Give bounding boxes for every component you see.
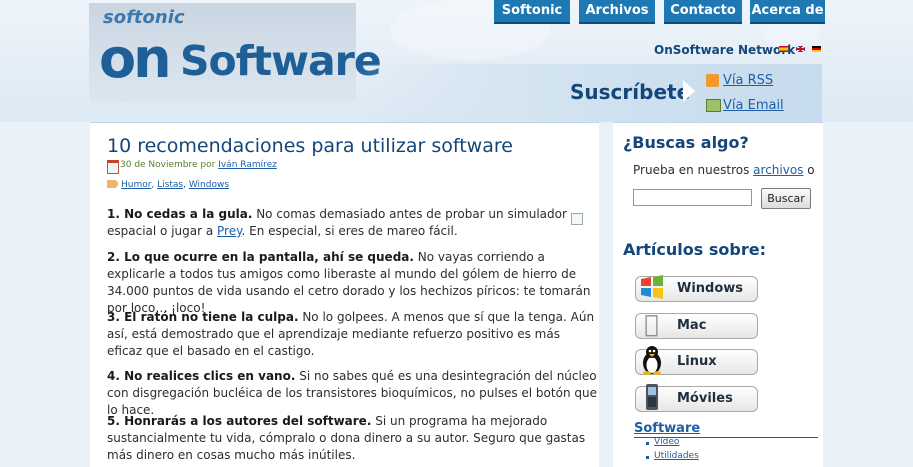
archivos-link[interactable]: archivos bbox=[753, 163, 803, 177]
germany-flag-icon[interactable] bbox=[812, 46, 821, 52]
site-logo[interactable]: softonic on Software bbox=[89, 3, 382, 102]
paragraph-2-heading: 2. Lo que ocurre en la pantalla, ahí se … bbox=[107, 250, 414, 264]
arrow-right-icon bbox=[683, 80, 695, 102]
post-meta: 30 de Noviembre por Iván Ramírez bbox=[120, 160, 277, 170]
bullet-icon bbox=[646, 456, 649, 459]
paragraph-4-heading: 4. No realices clics en vano. bbox=[107, 369, 296, 383]
software-item-video[interactable]: Vídeo bbox=[654, 437, 679, 447]
search-hint-text-end: o bbox=[803, 163, 815, 177]
windows-icon bbox=[635, 270, 668, 304]
post-date: 30 de Noviembre por bbox=[120, 160, 216, 170]
search-button[interactable]: Buscar bbox=[761, 188, 811, 209]
uk-flag-icon[interactable] bbox=[796, 46, 805, 52]
email-icon bbox=[706, 99, 721, 112]
apple-icon:  bbox=[635, 307, 668, 341]
tag-listas[interactable]: Listas bbox=[157, 180, 183, 190]
prey-link[interactable]: Prey bbox=[217, 224, 241, 238]
logo-softonic-text: softonic bbox=[103, 7, 185, 28]
moviles-label: Móviles bbox=[677, 391, 733, 406]
article: 10 recomendaciones para utilizar softwar… bbox=[90, 122, 599, 467]
image-placeholder-icon bbox=[571, 213, 583, 225]
windows-button[interactable]: Windows bbox=[635, 275, 758, 302]
paragraph-3: 3. El ratón no tiene la culpa. No lo gol… bbox=[107, 309, 597, 360]
linux-button[interactable]: Linux bbox=[635, 346, 758, 375]
mac-button[interactable]:  Mac bbox=[635, 310, 758, 339]
linux-label: Linux bbox=[677, 354, 717, 369]
bullet-icon bbox=[646, 442, 649, 445]
articles-heading: Artículos sobre: bbox=[623, 240, 766, 259]
nav-archivos[interactable]: Archivos bbox=[579, 0, 655, 24]
software-item-utilidades[interactable]: Utilidades bbox=[654, 451, 699, 461]
sidebar: ¿Buscas algo? Prueba en nuestros archivo… bbox=[613, 122, 823, 467]
email-link[interactable]: Vía Email bbox=[723, 98, 784, 113]
network-label[interactable]: OnSoftware Network bbox=[654, 43, 795, 57]
post-tags: Humor, Listas, Windows bbox=[121, 180, 230, 190]
nav-contacto[interactable]: Contacto bbox=[664, 0, 742, 24]
search-hint: Prueba en nuestros archivos o bbox=[633, 163, 815, 177]
search-input[interactable] bbox=[633, 189, 752, 206]
header: softonic on Software Softonic Archivos C… bbox=[0, 0, 913, 122]
paragraph-5: 5. Honrarás a los autores del software. … bbox=[107, 413, 597, 464]
phone-icon bbox=[635, 380, 668, 414]
nav-acerca-de[interactable]: Acerca de bbox=[750, 0, 825, 24]
tag-humor[interactable]: Humor bbox=[121, 180, 151, 190]
paragraph-1-heading: 1. No cedas a la gula. bbox=[107, 207, 253, 221]
logo-on-text: on bbox=[99, 27, 172, 90]
paragraph-2: 2. Lo que ocurre en la pantalla, ahí se … bbox=[107, 249, 597, 317]
calendar-icon bbox=[107, 160, 119, 174]
nav-softonic[interactable]: Softonic bbox=[494, 0, 570, 24]
search-heading: ¿Buscas algo? bbox=[623, 133, 749, 152]
penguin-icon bbox=[635, 343, 668, 377]
paragraph-1: 1. No cedas a la gula. No comas demasiad… bbox=[107, 206, 567, 240]
paragraph-5-heading: 5. Honrarás a los autores del software. bbox=[107, 414, 372, 428]
moviles-button[interactable]: Móviles bbox=[635, 384, 758, 412]
paragraph-4: 4. No realices clics en vano. Si no sabe… bbox=[107, 368, 597, 419]
search-hint-text: Prueba en nuestros bbox=[633, 163, 754, 177]
windows-label: Windows bbox=[677, 281, 744, 296]
mac-label: Mac bbox=[677, 318, 707, 333]
software-heading[interactable]: Software bbox=[634, 421, 700, 436]
paragraph-1-text-end: . En especial, si eres de mareo fácil. bbox=[241, 224, 458, 238]
post-author-link[interactable]: Iván Ramírez bbox=[218, 160, 277, 170]
tag-icon bbox=[107, 180, 118, 188]
spain-flag-icon[interactable] bbox=[779, 46, 788, 52]
tag-windows[interactable]: Windows bbox=[189, 180, 229, 190]
rss-icon bbox=[706, 74, 719, 87]
paragraph-3-heading: 3. El ratón no tiene la culpa. bbox=[107, 310, 299, 324]
subscribe-title: Suscríbete bbox=[570, 80, 691, 104]
logo-software-text: Software bbox=[180, 37, 382, 85]
post-title[interactable]: 10 recomendaciones para utilizar softwar… bbox=[107, 135, 513, 157]
rss-link[interactable]: Vía RSS bbox=[723, 73, 773, 88]
